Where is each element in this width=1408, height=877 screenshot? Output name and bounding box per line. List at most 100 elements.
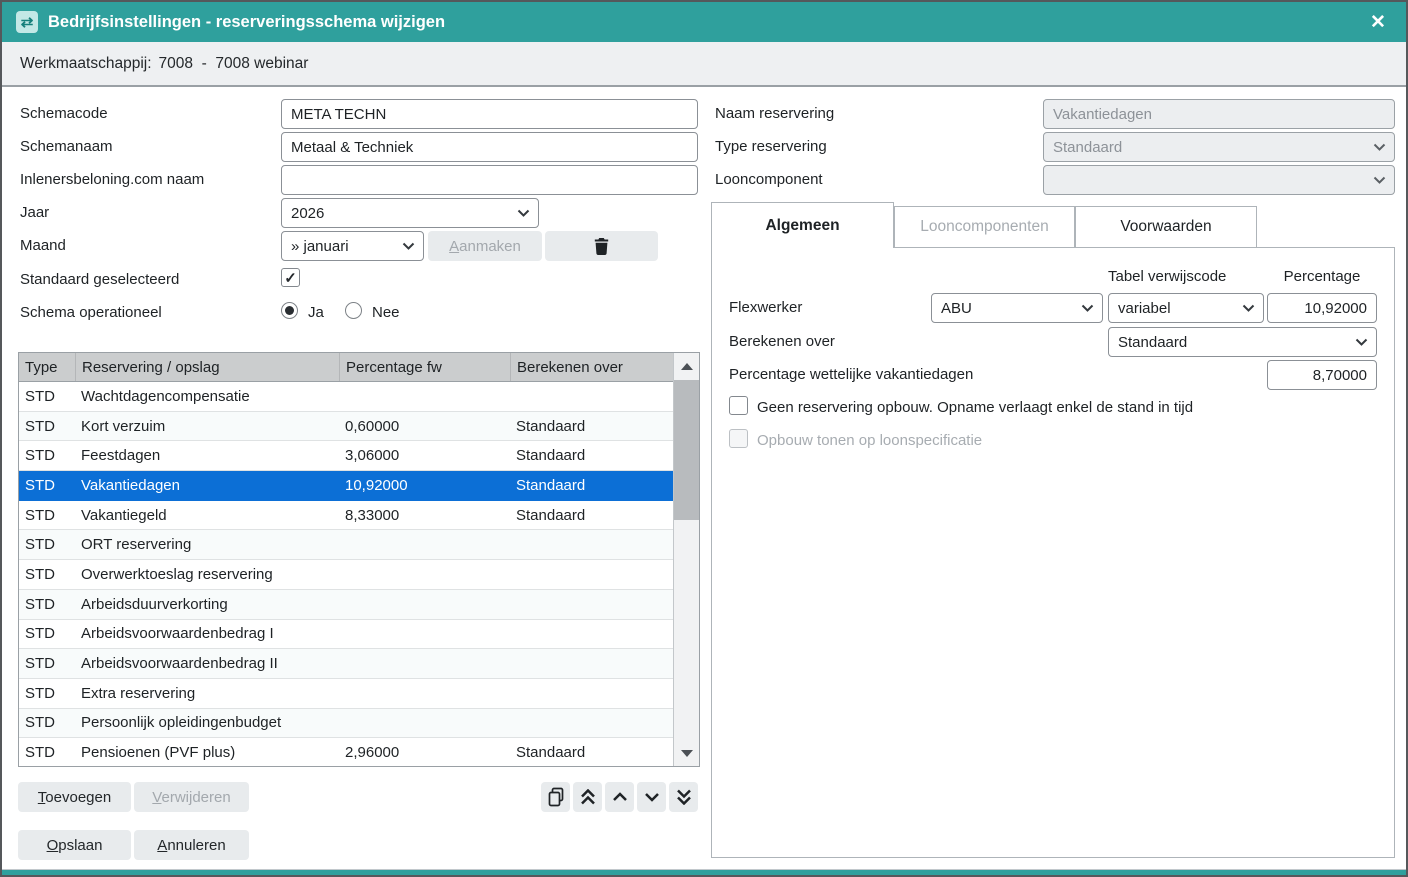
col-header-type[interactable]: Type: [19, 353, 75, 381]
scroll-up-icon[interactable]: [674, 353, 699, 379]
copy-row-button[interactable]: [541, 782, 570, 812]
operationeel-ja-radio[interactable]: [281, 302, 298, 319]
jaar-select[interactable]: 2026: [281, 198, 539, 228]
naam-reservering-label: Naam reservering: [715, 105, 834, 122]
table-row[interactable]: STDArbeidsvoorwaardenbedrag I: [19, 620, 673, 650]
close-icon[interactable]: ✕: [1364, 11, 1392, 34]
table-row[interactable]: STDWachtdagencompensatie: [19, 382, 673, 412]
naam-reservering-value: Vakantiedagen: [1053, 106, 1152, 123]
col-header-reservering[interactable]: Reservering / opslag: [75, 353, 339, 381]
aanmaken-button[interactable]: Aanmaken: [428, 231, 542, 261]
table-cell: STD: [19, 388, 75, 405]
chevron-down-icon: [1355, 338, 1368, 346]
schemanaam-label: Schemanaam: [20, 138, 113, 155]
table-cell: Arbeidsduurverkorting: [75, 596, 339, 613]
type-reservering-select: Standaard: [1043, 132, 1395, 162]
standaard-geselecteerd-label: Standaard geselecteerd: [20, 271, 179, 288]
flexwerker-cao-value: ABU: [941, 300, 972, 317]
table-row[interactable]: STDArbeidsduurverkorting: [19, 590, 673, 620]
delete-month-button[interactable]: [545, 231, 658, 261]
table-row[interactable]: STDExtra reservering: [19, 679, 673, 709]
scroll-down-icon[interactable]: [674, 740, 699, 766]
flexwerker-verwijscode-value: variabel: [1118, 300, 1171, 317]
table-row[interactable]: STDVakantiedagen10,92000Standaard: [19, 471, 673, 501]
reserveringen-table: Type Reservering / opslag Percentage fw …: [18, 352, 700, 767]
schemanaam-input[interactable]: [281, 132, 698, 162]
pct-wettelijke-vakantiedagen-input[interactable]: [1267, 360, 1377, 390]
table-scrollbar[interactable]: [673, 353, 699, 766]
operationeel-ja-label: Ja: [308, 304, 324, 321]
copy-pages-icon: [547, 787, 565, 807]
table-cell: Standaard: [510, 447, 673, 464]
flexwerker-percentage-input[interactable]: [1267, 293, 1377, 323]
table-cell: STD: [19, 744, 75, 761]
annuleren-button[interactable]: Annuleren: [134, 830, 249, 860]
aanmaken-button-label: Aanmaken: [449, 238, 521, 255]
jaar-label: Jaar: [20, 204, 49, 221]
col-header-berekenen-over[interactable]: Berekenen over: [510, 353, 673, 381]
inlenersbeloning-input[interactable]: [281, 165, 698, 195]
toevoegen-button[interactable]: Toevoegen: [18, 782, 131, 812]
move-top-button[interactable]: [573, 782, 602, 812]
flexwerker-verwijscode-select[interactable]: variabel: [1108, 293, 1264, 323]
table-row[interactable]: STDVakantiegeld8,33000Standaard: [19, 501, 673, 531]
toevoegen-button-label: Toevoegen: [38, 789, 111, 806]
naam-reservering-input: Vakantiedagen: [1043, 99, 1395, 129]
verwijderen-button-label: Verwijderen: [152, 789, 230, 806]
opslaan-button[interactable]: Opslaan: [18, 830, 131, 860]
jaar-select-value: 2026: [291, 205, 324, 222]
pct-wettelijke-vakantiedagen-label: Percentage wettelijke vakantiedagen: [729, 366, 973, 383]
double-chevron-down-icon: [676, 789, 692, 805]
move-down-button[interactable]: [637, 782, 666, 812]
table-header: Type Reservering / opslag Percentage fw …: [19, 353, 673, 382]
table-cell: Arbeidsvoorwaardenbedrag II: [75, 655, 339, 672]
table-cell: Standaard: [510, 477, 673, 494]
werkmaatschappij-value: 7008 - 7008 webinar: [159, 55, 309, 73]
table-cell: Vakantiedagen: [75, 477, 339, 494]
table-cell: STD: [19, 447, 75, 464]
flexwerker-cao-select[interactable]: ABU: [931, 293, 1103, 323]
table-row[interactable]: STDPersoonlijk opleidingenbudget: [19, 709, 673, 739]
table-cell: STD: [19, 625, 75, 642]
table-cell: STD: [19, 714, 75, 731]
tab-algemeen[interactable]: Algemeen: [711, 202, 894, 248]
chevron-down-icon: [1081, 304, 1094, 312]
table-row[interactable]: STDOverwerktoeslag reservering: [19, 560, 673, 590]
chevron-down-icon: [1373, 176, 1386, 184]
berekenen-over-select[interactable]: Standaard: [1108, 327, 1377, 357]
table-cell: STD: [19, 566, 75, 583]
geen-opbouw-checkbox[interactable]: [729, 396, 748, 415]
trash-icon: [594, 238, 609, 255]
table-cell: STD: [19, 418, 75, 435]
table-cell: STD: [19, 596, 75, 613]
table-cell: Standaard: [510, 744, 673, 761]
move-bottom-button[interactable]: [669, 782, 698, 812]
standaard-geselecteerd-checkbox[interactable]: ✓: [281, 268, 300, 287]
table-cell: Arbeidsvoorwaardenbedrag I: [75, 625, 339, 642]
berekenen-over-label: Berekenen over: [729, 333, 835, 350]
verwijderen-button[interactable]: Verwijderen: [134, 782, 249, 812]
schemacode-input[interactable]: [281, 99, 698, 129]
chevron-down-icon: [517, 209, 530, 217]
tab-looncomponenten[interactable]: Looncomponenten: [894, 206, 1075, 247]
move-up-button[interactable]: [605, 782, 634, 812]
operationeel-nee-radio[interactable]: [345, 302, 362, 319]
maand-select[interactable]: » januari: [281, 231, 424, 261]
opbouw-tonen-checkbox: [729, 429, 748, 448]
table-row[interactable]: STDKort verzuim0,60000Standaard: [19, 412, 673, 442]
table-cell: Feestdagen: [75, 447, 339, 464]
tab-voorwaarden[interactable]: Voorwaarden: [1075, 206, 1257, 247]
table-row[interactable]: STDPensioenen (PVF plus)2,96000Standaard: [19, 738, 673, 766]
table-cell: STD: [19, 477, 75, 494]
table-row[interactable]: STDORT reservering: [19, 530, 673, 560]
table-row[interactable]: STDFeestdagen3,06000Standaard: [19, 441, 673, 471]
table-cell: Standaard: [510, 507, 673, 524]
geen-opbouw-label: Geen reservering opbouw. Opname verlaagt…: [757, 399, 1193, 416]
table-cell: STD: [19, 655, 75, 672]
scrollbar-thumb[interactable]: [674, 380, 699, 520]
col-header-percentage-fw[interactable]: Percentage fw: [339, 353, 510, 381]
werkmaatschappij-bar: Werkmaatschappij: 7008 - 7008 webinar: [2, 42, 1406, 87]
table-cell: 2,96000: [339, 744, 510, 761]
table-row[interactable]: STDArbeidsvoorwaardenbedrag II: [19, 649, 673, 679]
dialog-window: ⇄ Bedrijfsinstellingen - reserveringssch…: [0, 0, 1408, 877]
